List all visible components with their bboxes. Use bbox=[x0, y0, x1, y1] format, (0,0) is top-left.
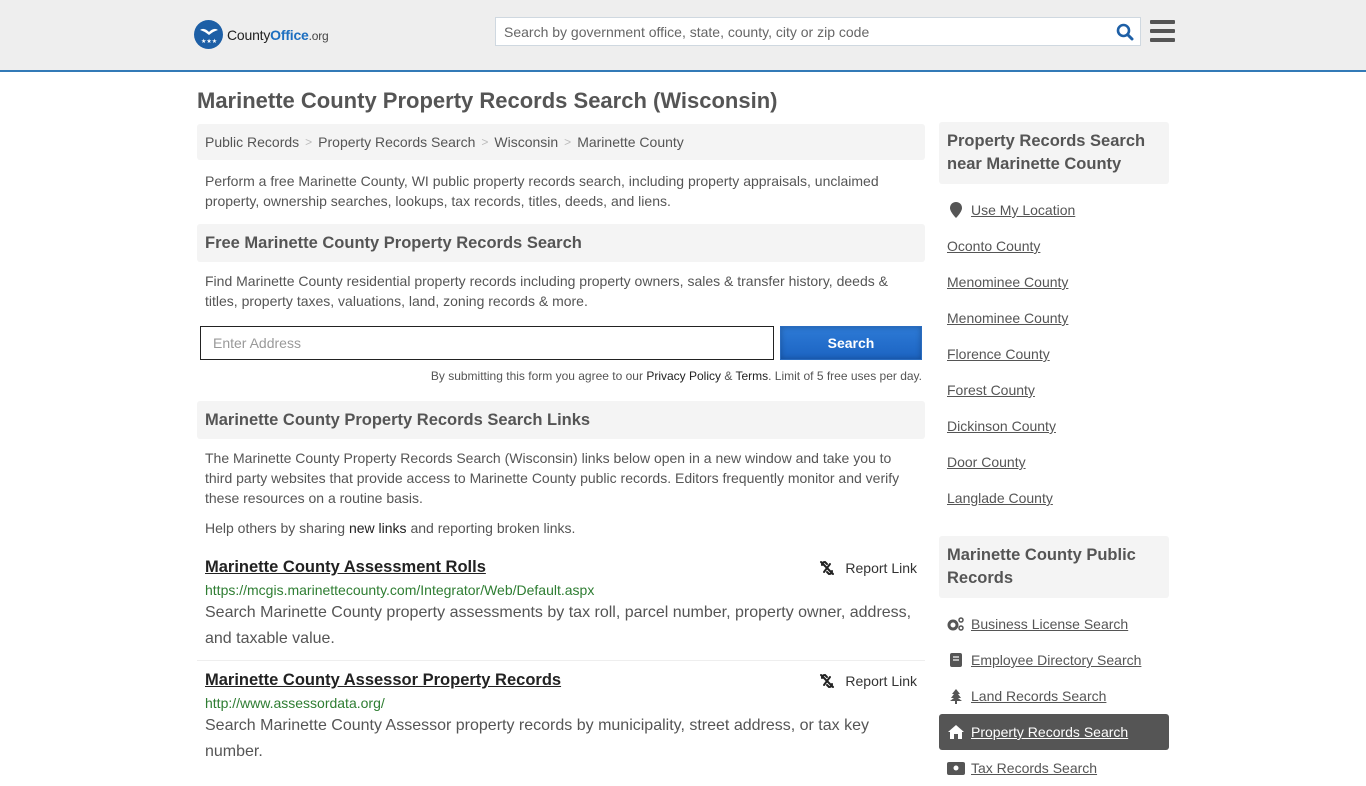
terms-link[interactable]: Terms bbox=[735, 369, 768, 383]
nearby-county-item[interactable]: Florence County bbox=[939, 336, 1169, 372]
links-section-heading: Marinette County Property Records Search… bbox=[197, 401, 925, 439]
nearby-county-item[interactable]: Menominee County bbox=[939, 300, 1169, 336]
breadcrumb-separator: > bbox=[305, 135, 313, 149]
public-record-link[interactable]: Land Records Search bbox=[971, 688, 1106, 704]
privacy-policy-link[interactable]: Privacy Policy bbox=[646, 369, 721, 383]
help-suffix: and reporting broken links. bbox=[406, 520, 576, 536]
public-record-item-property-records[interactable]: Property Records Search bbox=[939, 714, 1169, 750]
nearby-heading: Property Records Search near Marinette C… bbox=[939, 122, 1169, 184]
logo-text-county: County bbox=[227, 26, 271, 43]
nearby-county-link[interactable]: Door County bbox=[947, 454, 1026, 470]
resource-link-url: http://www.assessordata.org/ bbox=[205, 695, 385, 711]
book-icon bbox=[947, 653, 965, 667]
search-icon[interactable] bbox=[1110, 17, 1140, 46]
site-logo[interactable]: ★★★ CountyOffice.org bbox=[194, 20, 329, 49]
report-link-label: Report Link bbox=[845, 559, 917, 576]
public-record-link[interactable]: Business License Search bbox=[971, 616, 1128, 632]
public-record-link[interactable]: Tax Records Search bbox=[971, 760, 1097, 776]
resource-link-item: Marinette County Assessor Property Recor… bbox=[197, 671, 925, 765]
breadcrumb-property-records-search[interactable]: Property Records Search bbox=[318, 134, 475, 150]
resource-link-title[interactable]: Marinette County Assessment Rolls bbox=[205, 558, 486, 577]
public-record-link[interactable]: Employee Directory Search bbox=[971, 652, 1141, 668]
nearby-county-link[interactable]: Forest County bbox=[947, 382, 1035, 398]
site-search bbox=[495, 17, 1141, 46]
address-search-button[interactable]: Search bbox=[780, 326, 922, 360]
breadcrumb-separator: > bbox=[564, 135, 572, 149]
nearby-county-item[interactable]: Door County bbox=[939, 444, 1169, 480]
report-link-button[interactable]: Report Link bbox=[819, 673, 917, 689]
breadcrumb-marinette-county[interactable]: Marinette County bbox=[577, 134, 684, 150]
broken-link-icon bbox=[820, 673, 835, 688]
nearby-county-item[interactable]: Oconto County bbox=[939, 228, 1169, 264]
disclaimer-prefix: By submitting this form you agree to our bbox=[430, 369, 647, 383]
nearby-county-item[interactable]: Langlade County bbox=[939, 480, 1169, 516]
use-my-location-item[interactable]: Use My Location bbox=[939, 192, 1169, 228]
resource-link-description: Search Marinette County Assessor propert… bbox=[205, 717, 869, 760]
resource-link-item: Marinette County Assessment Rolls Report… bbox=[197, 558, 925, 652]
use-my-location-link[interactable]: Use My Location bbox=[971, 202, 1075, 218]
hamburger-menu-icon[interactable] bbox=[1150, 20, 1175, 42]
nearby-county-item[interactable]: Forest County bbox=[939, 372, 1169, 408]
resource-link-description: Search Marinette County property assessm… bbox=[205, 604, 912, 647]
logo-text-office: Office bbox=[270, 26, 309, 43]
breadcrumb-separator: > bbox=[481, 135, 489, 149]
broken-link-icon bbox=[820, 560, 835, 575]
links-section-description: The Marinette County Property Records Se… bbox=[205, 450, 900, 506]
nearby-county-link[interactable]: Menominee County bbox=[947, 310, 1068, 326]
public-record-item-tax-records[interactable]: Tax Records Search bbox=[939, 750, 1169, 786]
disclaimer-suffix: . Limit of 5 free uses per day. bbox=[768, 369, 922, 383]
public-record-item-business-license[interactable]: Business License Search bbox=[939, 606, 1169, 642]
gears-icon bbox=[947, 617, 965, 631]
public-records-list: Business License Search Employee Directo… bbox=[939, 606, 1169, 786]
report-link-button[interactable]: Report Link bbox=[819, 560, 917, 576]
nearby-list: Use My Location Oconto County Menominee … bbox=[939, 192, 1169, 516]
id-card-icon bbox=[947, 761, 965, 775]
map-marker-icon bbox=[947, 202, 965, 218]
breadcrumb-wisconsin[interactable]: Wisconsin bbox=[494, 134, 558, 150]
page-title: Marinette County Property Records Search… bbox=[197, 88, 778, 113]
nearby-county-link[interactable]: Florence County bbox=[947, 346, 1050, 362]
nearby-county-link[interactable]: Oconto County bbox=[947, 238, 1040, 254]
public-record-link[interactable]: Property Records Search bbox=[971, 724, 1128, 740]
divider bbox=[197, 660, 925, 661]
disclaimer-amp: & bbox=[721, 369, 736, 383]
nearby-county-item[interactable]: Menominee County bbox=[939, 264, 1169, 300]
home-icon bbox=[947, 725, 965, 739]
sidebar: Property Records Search near Marinette C… bbox=[939, 122, 1169, 786]
help-text: Help others by sharing new links and rep… bbox=[197, 518, 925, 538]
free-search-description: Find Marinette County residential proper… bbox=[205, 273, 888, 309]
breadcrumb: Public Records > Property Records Search >… bbox=[197, 124, 925, 160]
nearby-county-link[interactable]: Menominee County bbox=[947, 274, 1068, 290]
breadcrumb-public-records[interactable]: Public Records bbox=[205, 134, 299, 150]
nearby-county-item[interactable]: Dickinson County bbox=[939, 408, 1169, 444]
site-header: ★★★ CountyOffice.org bbox=[0, 0, 1366, 72]
site-search-input[interactable] bbox=[496, 23, 1110, 40]
intro-text: Perform a free Marinette County, WI publ… bbox=[205, 173, 879, 209]
nearby-county-link[interactable]: Langlade County bbox=[947, 490, 1053, 506]
public-records-heading: Marinette County Public Records bbox=[939, 536, 1169, 598]
new-links-link[interactable]: new links bbox=[349, 520, 407, 536]
main-content: Public Records > Property Records Search >… bbox=[197, 124, 925, 765]
svg-text:★★★: ★★★ bbox=[201, 38, 217, 45]
form-disclaimer: By submitting this form you agree to our… bbox=[197, 369, 925, 383]
public-record-item-land-records[interactable]: Land Records Search bbox=[939, 678, 1169, 714]
address-search-form: Search bbox=[197, 326, 925, 360]
nearby-county-link[interactable]: Dickinson County bbox=[947, 418, 1056, 434]
public-record-item-employee-directory[interactable]: Employee Directory Search bbox=[939, 642, 1169, 678]
free-search-heading: Free Marinette County Property Records S… bbox=[197, 224, 925, 262]
report-link-label: Report Link bbox=[845, 672, 917, 689]
address-input[interactable] bbox=[200, 326, 774, 360]
eagle-logo-icon: ★★★ bbox=[194, 20, 223, 49]
help-prefix: Help others by sharing bbox=[205, 520, 349, 536]
logo-text-tld: .org bbox=[308, 28, 329, 43]
tree-icon bbox=[947, 688, 965, 704]
resource-link-url: https://mcgis.marinettecounty.com/Integr… bbox=[205, 582, 595, 598]
resource-link-title[interactable]: Marinette County Assessor Property Recor… bbox=[205, 671, 561, 690]
